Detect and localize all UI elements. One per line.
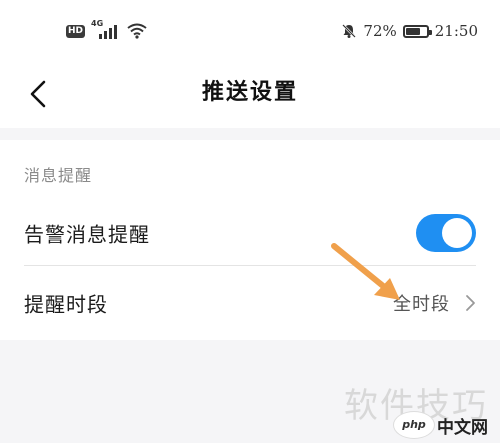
bell-muted-icon (342, 24, 357, 38)
battery-icon (402, 24, 432, 38)
settings-section: 消息提醒 告警消息提醒 提醒时段 全时段 (0, 140, 500, 340)
status-bar: HD 4G 72% 21:50 (0, 0, 500, 62)
status-left: HD 4G (66, 19, 147, 43)
wifi-icon (127, 23, 147, 39)
site-name: 中文网 (437, 417, 488, 438)
toggle-knob (442, 218, 472, 248)
battery-percent: 72% (363, 22, 397, 40)
row-alert-notification[interactable]: 告警消息提醒 (0, 200, 500, 266)
row-reminder-period[interactable]: 提醒时段 全时段 (0, 270, 500, 336)
status-right: 72% 21:50 (341, 19, 478, 43)
hd-badge: HD (66, 24, 86, 38)
clock: 21:50 (434, 22, 478, 40)
row-divider (24, 265, 476, 266)
row-label: 提醒时段 (24, 292, 108, 317)
watermark-logo: php 中文网 (393, 411, 488, 439)
section-label: 消息提醒 (24, 166, 93, 185)
row-label: 告警消息提醒 (24, 222, 150, 247)
alert-notification-toggle[interactable] (416, 214, 476, 252)
chevron-right-icon (466, 295, 475, 311)
php-logo: php (393, 411, 435, 439)
reminder-period-value: 全时段 (393, 294, 450, 315)
divider-gap (0, 128, 500, 140)
page-title: 推送设置 (201, 80, 298, 105)
cellular-signal-icon: 4G (91, 19, 121, 41)
